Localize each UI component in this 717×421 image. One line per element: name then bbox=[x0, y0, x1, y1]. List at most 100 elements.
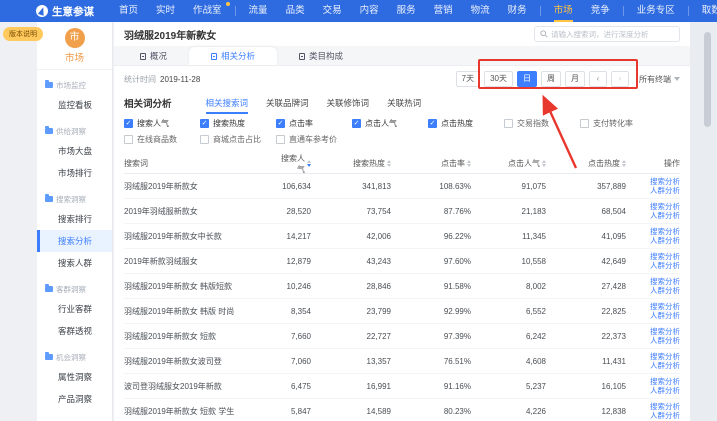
crowd-analysis-link[interactable]: 人群分析 bbox=[650, 186, 680, 195]
nav-item-realtime[interactable]: 实时 bbox=[147, 0, 184, 22]
sidebar-item-search-ranking[interactable]: 搜索排行 bbox=[37, 208, 112, 230]
crowd-analysis-link[interactable]: 人群分析 bbox=[650, 286, 680, 295]
search-analysis-link[interactable]: 搜索分析 bbox=[650, 202, 680, 211]
col-search-heat[interactable]: 搜索热度 bbox=[311, 158, 391, 169]
nav-item-content[interactable]: 内容 bbox=[351, 0, 388, 22]
metric-click-heat[interactable]: ✓点击热度 bbox=[428, 118, 504, 129]
nav-item-service[interactable]: 服务 bbox=[388, 0, 425, 22]
sidebar-module-title: 市场 bbox=[37, 50, 112, 64]
doc-icon bbox=[140, 53, 146, 60]
crowd-analysis-link[interactable]: 人群分析 bbox=[650, 336, 680, 345]
subtab-related-search-words[interactable]: 相关搜索词 bbox=[206, 92, 249, 114]
checkbox-unchecked-icon bbox=[276, 135, 285, 144]
nav-item-war-room[interactable]: 作战室 bbox=[184, 0, 231, 22]
nav-item-market[interactable]: 市场 bbox=[545, 0, 582, 22]
nav-item-trade[interactable]: 交易 bbox=[314, 0, 351, 22]
metric-mall-click-share[interactable]: 商城点击占比 bbox=[200, 134, 276, 145]
terminal-filter-dropdown[interactable]: 所有终端 bbox=[639, 74, 680, 85]
crowd-analysis-link[interactable]: 人群分析 bbox=[650, 311, 680, 320]
search-analysis-link[interactable]: 搜索分析 bbox=[650, 402, 680, 411]
keyword-search-box[interactable] bbox=[534, 26, 680, 42]
metric-click-popularity[interactable]: ✓点击人气 bbox=[352, 118, 428, 129]
subtab-hot-words[interactable]: 关联热词 bbox=[387, 92, 421, 114]
sidebar-item-industry-customer[interactable]: 行业客群 bbox=[37, 298, 112, 320]
tab-category-composition[interactable]: 类目构成 bbox=[277, 47, 365, 65]
sidebar-item-attribute-insight[interactable]: 属性洞察 bbox=[37, 366, 112, 388]
subtab-modifier-words[interactable]: 关联修饰词 bbox=[327, 92, 370, 114]
date-btn-30d[interactable]: 30天 bbox=[484, 71, 513, 87]
metric-click-rate[interactable]: ✓点击率 bbox=[276, 118, 352, 129]
crowd-analysis-link[interactable]: 人群分析 bbox=[650, 211, 680, 220]
metric-row-1: ✓搜索人气 ✓搜索热度 ✓点击率 ✓点击人气 ✓点击热度 交易指数 支付转化率 bbox=[124, 118, 680, 129]
nav-item-logistics[interactable]: 物流 bbox=[462, 0, 499, 22]
sidebar-item-customer-view[interactable]: 客群透视 bbox=[37, 320, 112, 342]
tab-overview[interactable]: 概况 bbox=[118, 47, 189, 65]
table-row: 羽绒服2019年新款女中长款 14,217 42,006 96.22% 11,3… bbox=[124, 224, 680, 249]
nav-item-finance[interactable]: 财务 bbox=[499, 0, 536, 22]
nav-item-traffic[interactable]: 流量 bbox=[240, 0, 277, 22]
sidebar-group-label: 供给洞察 bbox=[37, 122, 112, 140]
crowd-analysis-link[interactable]: 人群分析 bbox=[650, 261, 680, 270]
search-analysis-link[interactable]: 搜索分析 bbox=[650, 302, 680, 311]
sidebar-item-monitor-board[interactable]: 监控看板 bbox=[37, 94, 112, 116]
logo-text: 生意参谋 bbox=[52, 4, 94, 19]
search-analysis-link[interactable]: 搜索分析 bbox=[650, 327, 680, 336]
metric-trade-index[interactable]: 交易指数 bbox=[504, 118, 580, 129]
nav-item-compete[interactable]: 竞争 bbox=[582, 0, 619, 22]
main-tabs: 概况 相关分析 类目构成 bbox=[114, 46, 690, 66]
nav-item-biz-zone[interactable]: 业务专区 bbox=[628, 0, 684, 22]
folder-icon bbox=[45, 128, 53, 134]
sidebar-item-search-crowd[interactable]: 搜索人群 bbox=[37, 252, 112, 274]
sidebar-item-product-insight[interactable]: 产品洞察 bbox=[37, 388, 112, 410]
stats-time-value: 2019-11-28 bbox=[160, 75, 200, 84]
col-click-rate[interactable]: 点击率 bbox=[391, 158, 471, 169]
search-analysis-link[interactable]: 搜索分析 bbox=[650, 377, 680, 386]
crowd-analysis-link[interactable]: 人群分析 bbox=[650, 411, 680, 420]
scrollbar-thumb[interactable] bbox=[704, 32, 711, 127]
search-input[interactable] bbox=[551, 30, 674, 39]
date-next-button[interactable]: › bbox=[611, 71, 629, 87]
metric-search-heat[interactable]: ✓搜索热度 bbox=[200, 118, 276, 129]
checkbox-unchecked-icon bbox=[504, 119, 513, 128]
nav-divider bbox=[235, 6, 236, 16]
tab-related-analysis[interactable]: 相关分析 bbox=[189, 47, 277, 65]
version-note-badge[interactable]: 版本说明 bbox=[3, 27, 43, 41]
date-btn-day[interactable]: 日 bbox=[517, 71, 537, 87]
metric-search-popularity[interactable]: ✓搜索人气 bbox=[124, 118, 200, 129]
nav-item-category[interactable]: 品类 bbox=[277, 0, 314, 22]
nav-divider bbox=[623, 6, 624, 16]
col-click-popularity[interactable]: 点击人气 bbox=[471, 158, 546, 169]
search-analysis-link[interactable]: 搜索分析 bbox=[650, 177, 680, 186]
checkbox-unchecked-icon bbox=[200, 135, 209, 144]
metric-ztc-price[interactable]: 直通车参考价 bbox=[276, 134, 352, 145]
checkbox-unchecked-icon bbox=[580, 119, 589, 128]
subtab-brand-words[interactable]: 关联品牌词 bbox=[266, 92, 309, 114]
sidebar-item-search-analysis[interactable]: 搜索分析 bbox=[37, 230, 112, 252]
search-term: 2019年羽绒服新款女 bbox=[124, 206, 274, 217]
col-click-heat[interactable]: 点击热度 bbox=[546, 158, 626, 169]
nav-item-home[interactable]: 首页 bbox=[110, 0, 147, 22]
crowd-analysis-link[interactable]: 人群分析 bbox=[650, 361, 680, 370]
search-analysis-link[interactable]: 搜索分析 bbox=[650, 277, 680, 286]
table-row: 羽绒服2019年新款女波司登 7,060 13,357 76.51% 4,608… bbox=[124, 349, 680, 374]
top-navbar: 生意参谋 首页 实时 作战室 流量 品类 交易 内容 服务 营销 物流 财务 市… bbox=[0, 0, 717, 22]
nav-item-data-fetch[interactable]: 取数 bbox=[693, 0, 717, 22]
sidebar-group-supply-insight: 供给洞察 市场大盘 市场排行 bbox=[37, 122, 112, 184]
search-analysis-link[interactable]: 搜索分析 bbox=[650, 252, 680, 261]
date-btn-week[interactable]: 周 bbox=[541, 71, 561, 87]
col-search-popularity[interactable]: 搜索人气 bbox=[274, 153, 311, 175]
metric-online-items[interactable]: 在线商品数 bbox=[124, 134, 200, 145]
crowd-analysis-link[interactable]: 人群分析 bbox=[650, 236, 680, 245]
search-analysis-link[interactable]: 搜索分析 bbox=[650, 227, 680, 236]
search-analysis-link[interactable]: 搜索分析 bbox=[650, 352, 680, 361]
nav-item-marketing[interactable]: 营销 bbox=[425, 0, 462, 22]
date-prev-button[interactable]: ‹ bbox=[589, 71, 607, 87]
crowd-analysis-link[interactable]: 人群分析 bbox=[650, 386, 680, 395]
date-btn-7d[interactable]: 7天 bbox=[456, 71, 480, 87]
sidebar-item-market-ranking[interactable]: 市场排行 bbox=[37, 162, 112, 184]
sidebar-item-market-overview[interactable]: 市场大盘 bbox=[37, 140, 112, 162]
metric-pay-conversion[interactable]: 支付转化率 bbox=[580, 118, 656, 129]
table-row: 羽绒服2019年新款女 韩版 时尚 8,354 23,799 92.99% 6,… bbox=[124, 299, 680, 324]
date-btn-month[interactable]: 月 bbox=[565, 71, 585, 87]
sidebar: 市 市场 市场监控 监控看板 供给洞察 市场大盘 市场排行 搜索洞察 搜索排行 bbox=[37, 22, 113, 421]
